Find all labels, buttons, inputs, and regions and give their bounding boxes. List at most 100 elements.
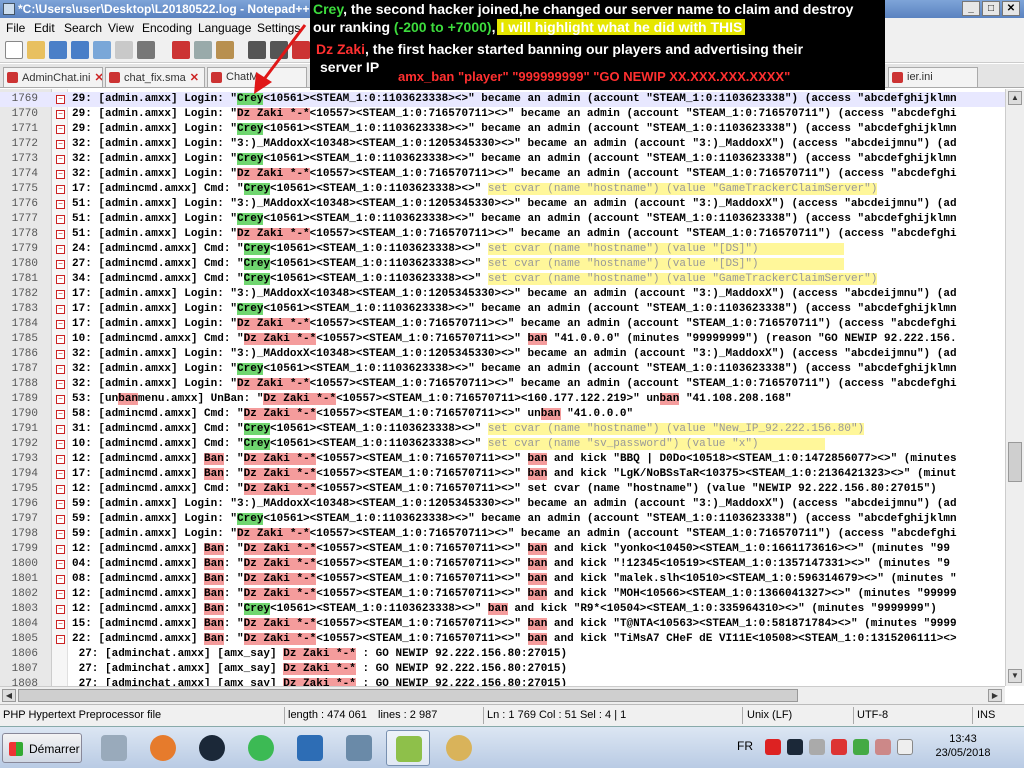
flag-tray-icon[interactable]: [875, 739, 891, 755]
fold-toggle-icon[interactable]: −: [56, 155, 65, 164]
menu-file[interactable]: File: [6, 21, 25, 35]
fold-toggle-icon[interactable]: −: [56, 230, 65, 239]
code-line[interactable]: 1778 −51: [admin.amxx] Login: "Dz Zaki *-…: [0, 227, 1005, 242]
code-line[interactable]: 1779 −24: [admincmd.amxx] Cmd: "Crey<1056…: [0, 242, 1005, 257]
code-line[interactable]: 1788 −32: [admin.amxx] Login: "Dz Zaki *-…: [0, 377, 1005, 392]
code-line[interactable]: 1796 −59: [admin.amxx] Login: "3:)_MAddox…: [0, 497, 1005, 512]
fold-toggle-icon[interactable]: −: [56, 125, 65, 134]
close-button[interactable]: ✕: [1002, 1, 1020, 16]
taskbar-chrome[interactable]: [239, 730, 283, 766]
tab-ini[interactable]: ier.ini: [888, 67, 978, 87]
maximize-button[interactable]: □: [982, 1, 1000, 16]
fold-toggle-icon[interactable]: −: [56, 335, 65, 344]
save-all-icon[interactable]: [71, 41, 89, 59]
code-line[interactable]: 1772 −32: [admin.amxx] Login: "3:)_MAddox…: [0, 137, 1005, 152]
code-line[interactable]: 1782 −17: [admin.amxx] Login: "3:)_MAddox…: [0, 287, 1005, 302]
menu-encoding[interactable]: Encoding: [142, 21, 192, 35]
fold-toggle-icon[interactable]: −: [56, 380, 65, 389]
code-line[interactable]: 1807 27: [adminchat.amxx] [amx_say] Dz Z…: [0, 662, 1005, 677]
code-line[interactable]: 1795 −12: [admincmd.amxx] Cmd: "Dz Zaki *…: [0, 482, 1005, 497]
code-line[interactable]: 1773 −32: [admin.amxx] Login: "Crey<10561…: [0, 152, 1005, 167]
menu-edit[interactable]: Edit: [34, 21, 55, 35]
new-file-icon[interactable]: [5, 41, 23, 59]
tab-close-icon[interactable]: ✕: [94, 72, 102, 84]
fold-toggle-icon[interactable]: −: [56, 485, 65, 494]
code-line[interactable]: 1805 −22: [admincmd.amxx] Ban: "Dz Zaki *…: [0, 632, 1005, 647]
taskbar-firefox[interactable]: [141, 730, 185, 766]
fold-toggle-icon[interactable]: −: [56, 620, 65, 629]
fold-toggle-icon[interactable]: −: [56, 545, 65, 554]
fold-toggle-icon[interactable]: −: [56, 140, 65, 149]
code-line[interactable]: 1801 −08: [admincmd.amxx] Ban: "Dz Zaki *…: [0, 572, 1005, 587]
code-line[interactable]: 1800 −04: [admincmd.amxx] Ban: "Dz Zaki *…: [0, 557, 1005, 572]
vertical-scroll-thumb[interactable]: [1008, 442, 1022, 482]
menu-search[interactable]: Search: [64, 21, 102, 35]
code-line[interactable]: 1792 −10: [admincmd.amxx] Cmd: "Crey<1056…: [0, 437, 1005, 452]
code-line[interactable]: 1770 −29: [admin.amxx] Login: "Dz Zaki *-…: [0, 107, 1005, 122]
code-line[interactable]: 1794 −17: [admincmd.amxx] Ban: "Dz Zaki *…: [0, 467, 1005, 482]
code-line[interactable]: 1789−53: [unbanmenu.amxx] UnBan: "Dz Zak…: [0, 392, 1005, 407]
fold-toggle-icon[interactable]: −: [56, 560, 65, 569]
fold-toggle-icon[interactable]: −: [56, 590, 65, 599]
tab-chat-fix[interactable]: chat_fix.sma ✕: [105, 67, 205, 87]
code-line[interactable]: 1774 −32: [admin.amxx] Login: "Dz Zaki *-…: [0, 167, 1005, 182]
fold-toggle-icon[interactable]: −: [56, 605, 65, 614]
network-icon[interactable]: [853, 739, 869, 755]
print-icon[interactable]: [137, 41, 155, 59]
taskbar-calculator[interactable]: [92, 730, 136, 766]
editor[interactable]: 1769−29: [admin.amxx] Login: "Crey<10561…: [0, 89, 1024, 686]
taskbar-paint[interactable]: [437, 730, 481, 766]
notification-icon[interactable]: [897, 739, 913, 755]
code-line[interactable]: 1781 −34: [admincmd.amxx] Cmd: "Crey<1056…: [0, 272, 1005, 287]
fold-toggle-icon[interactable]: −: [56, 185, 65, 194]
open-file-icon[interactable]: [27, 41, 45, 59]
code-line[interactable]: 1790 −58: [admincmd.amxx] Cmd: "Dz Zaki *…: [0, 407, 1005, 422]
tab-close-icon[interactable]: ✕: [190, 72, 199, 84]
scroll-up-icon[interactable]: ▲: [1008, 91, 1022, 105]
code-line[interactable]: 1804 −15: [admincmd.amxx] Ban: "Dz Zaki *…: [0, 617, 1005, 632]
fold-toggle-icon[interactable]: −: [56, 635, 65, 644]
fold-toggle-icon[interactable]: −: [56, 425, 65, 434]
code-line[interactable]: 1783 −17: [admin.amxx] Login: "Crey<10561…: [0, 302, 1005, 317]
code-line[interactable]: 1787 −32: [admin.amxx] Login: "Crey<10561…: [0, 362, 1005, 377]
fold-toggle-icon[interactable]: −: [56, 305, 65, 314]
close-all-icon[interactable]: [115, 41, 133, 59]
fold-toggle-icon[interactable]: −: [56, 170, 65, 179]
taskbar-steam[interactable]: [190, 730, 234, 766]
code-line[interactable]: 1769 −29: [admin.amxx] Login: "Crey<10561…: [0, 92, 1005, 107]
code-line[interactable]: 1786 −32: [admin.amxx] Login: "3:)_MAddox…: [0, 347, 1005, 362]
code-line[interactable]: 1803 −12: [admincmd.amxx] Ban: "Crey<1056…: [0, 602, 1005, 617]
code-line[interactable]: 1775 −17: [admincmd.amxx] Cmd: "Crey<1056…: [0, 182, 1005, 197]
scroll-left-icon[interactable]: ◀: [2, 689, 16, 702]
code-line[interactable]: 1798 −59: [admin.amxx] Login: "Dz Zaki *-…: [0, 527, 1005, 542]
cut-icon[interactable]: [172, 41, 190, 59]
code-line[interactable]: 1784 −17: [admin.amxx] Login: "Dz Zaki *-…: [0, 317, 1005, 332]
fold-toggle-icon[interactable]: −: [56, 200, 65, 209]
vertical-scrollbar[interactable]: ▲ ▼: [1005, 89, 1024, 686]
fold-toggle-icon[interactable]: −: [56, 365, 65, 374]
taskbar-remote-desktop[interactable]: [288, 730, 332, 766]
start-button[interactable]: Démarrer: [2, 733, 82, 763]
scroll-down-icon[interactable]: ▼: [1008, 669, 1022, 683]
fold-toggle-icon[interactable]: −: [56, 455, 65, 464]
save-icon[interactable]: [49, 41, 67, 59]
antivirus-tray-icon[interactable]: [765, 739, 781, 755]
code-line[interactable]: 1776 −51: [admin.amxx] Login: "3:)_MAddox…: [0, 197, 1005, 212]
language-indicator[interactable]: FR: [737, 739, 753, 753]
update-tray-icon[interactable]: [831, 739, 847, 755]
volume-icon[interactable]: [809, 739, 825, 755]
fold-toggle-icon[interactable]: −: [56, 95, 65, 104]
close-file-icon[interactable]: [93, 41, 111, 59]
steam-tray-icon[interactable]: [787, 739, 803, 755]
fold-toggle-icon[interactable]: −: [56, 530, 65, 539]
code-line[interactable]: 1785 −10: [admincmd.amxx] Cmd: "Dz Zaki *…: [0, 332, 1005, 347]
horizontal-scrollbar[interactable]: ◀ ▶: [0, 686, 1005, 704]
horizontal-scroll-thumb[interactable]: [18, 689, 798, 702]
fold-toggle-icon[interactable]: [56, 650, 65, 659]
fold-toggle-icon[interactable]: [56, 665, 65, 674]
fold-toggle-icon[interactable]: −: [56, 275, 65, 284]
code-line[interactable]: 1777 −51: [admin.amxx] Login: "Crey<10561…: [0, 212, 1005, 227]
fold-toggle-icon[interactable]: −: [56, 290, 65, 299]
fold-toggle-icon[interactable]: −: [56, 575, 65, 584]
minimize-button[interactable]: _: [962, 1, 980, 16]
